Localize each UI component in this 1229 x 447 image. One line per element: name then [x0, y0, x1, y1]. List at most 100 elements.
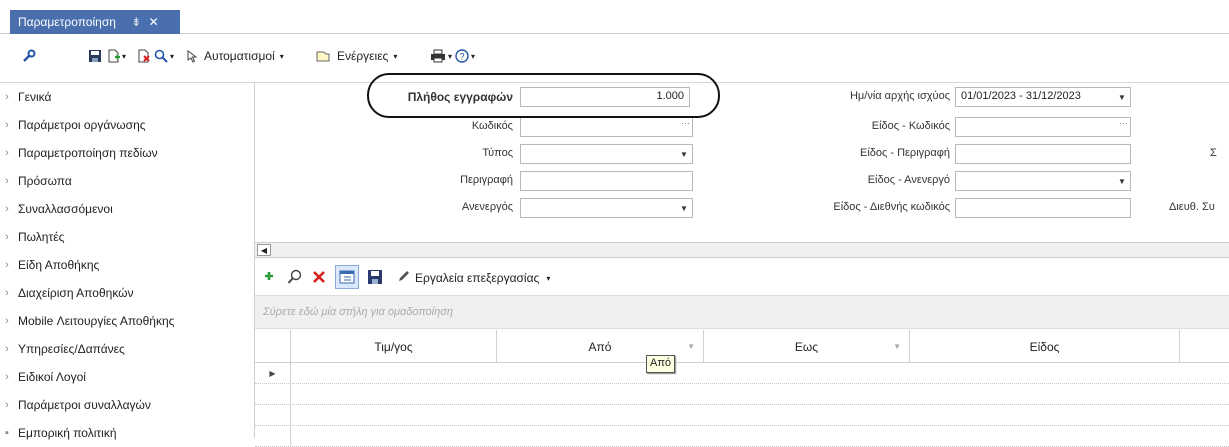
automations-menu[interactable]: Αυτοματισμοί ▾ [204, 49, 284, 63]
partial-label-right-2: Διευθ. Συ [1169, 201, 1215, 213]
pencil-icon[interactable] [397, 269, 411, 283]
validity-value: 01/01/2023 - 31/12/2023 [961, 90, 1081, 102]
chevron-down-icon: ▾ [279, 51, 284, 61]
sidebar-item-special-accounts[interactable]: › Ειδικοί Λογοί [0, 363, 255, 391]
sidebar-item-label: Συναλλασσόμενοι [18, 202, 113, 216]
close-icon[interactable]: ✕ [149, 15, 159, 29]
partial-label-right: Σ [1210, 147, 1217, 159]
filter-dropdown-icon[interactable]: ▼ [687, 342, 695, 351]
print-icon[interactable]: ▾ [430, 49, 452, 63]
row-indicator [255, 405, 291, 425]
sidebar-item-services[interactable]: › Υπηρεσίες/Δαπάνες [0, 335, 255, 363]
sidebar-item-field-config[interactable]: › Παραμετροποίηση πεδίων [0, 139, 255, 167]
save-icon[interactable] [367, 269, 383, 285]
wrench-icon[interactable] [22, 49, 36, 63]
chevron-down-icon[interactable]: ▼ [676, 145, 692, 163]
table-row[interactable] [255, 405, 1229, 426]
tab-parametropoiisi[interactable]: Παραμετροποίηση ⇟ ✕ [10, 10, 180, 34]
description-field[interactable] [520, 171, 693, 191]
grid-settings-icon[interactable] [335, 265, 359, 289]
sidebar-item-general[interactable]: › Γενικά [0, 83, 255, 111]
chevron-right-icon: › [5, 287, 9, 299]
chevron-down-icon: ▾ [546, 273, 551, 283]
expanded-bullet-icon: ▪ [5, 427, 9, 439]
document-tab-bar: Παραμετροποίηση ⇟ ✕ [0, 0, 1229, 34]
sidebar-item-org-params[interactable]: › Παράμετροι οργάνωσης [0, 111, 255, 139]
item-desc-field[interactable] [955, 144, 1131, 164]
horizontal-scrollbar[interactable]: ◀ [255, 242, 1229, 258]
type-label: Τύπος [482, 147, 513, 159]
sidebar-item-salesmen[interactable]: › Πωλητές [0, 223, 255, 251]
search-icon[interactable] [287, 269, 303, 285]
item-desc-label: Είδος - Περιγραφή [859, 147, 950, 159]
chevron-right-icon: › [5, 315, 9, 327]
inactive-select[interactable]: ▼ [520, 198, 693, 218]
description-label: Περιγραφή [460, 174, 513, 186]
search-icon[interactable]: ▾ [154, 49, 174, 63]
sidebar-item-label: Παράμετροι οργάνωσης [18, 118, 146, 132]
sidebar-item-label: Είδη Αποθήκης [18, 258, 100, 272]
sidebar: › Γενικά › Παράμετροι οργάνωσης › Παραμετρο… [0, 83, 255, 440]
sidebar-item-warehouse-items[interactable]: › Είδη Αποθήκης [0, 251, 255, 279]
item-inactive-select[interactable]: ▼ [955, 171, 1131, 191]
actions-menu[interactable]: Ενέργειες ▾ [315, 49, 397, 63]
sidebar-item-label: Διαχείριση Αποθηκών [18, 286, 134, 300]
new-document-icon[interactable]: ▾ [106, 49, 126, 63]
row-indicator-header [255, 330, 291, 363]
pointer-icon[interactable] [184, 49, 198, 63]
sidebar-item-transaction-params[interactable]: › Παράμετροι συναλλαγών [0, 391, 255, 419]
highlight-annotation [367, 73, 720, 118]
validity-select[interactable]: 01/01/2023 - 31/12/2023 ▼ [955, 87, 1131, 107]
row-indicator [255, 384, 291, 404]
group-by-area[interactable]: Σύρετε εδώ μία στήλη για ομαδοποίηση [255, 295, 1229, 329]
sidebar-item-traders[interactable]: › Συναλλασσόμενοι [0, 195, 255, 223]
table-row[interactable]: ▶ [255, 363, 1229, 384]
svg-text:?: ? [459, 52, 464, 62]
column-header-pricelist[interactable]: Τιμ/γος [291, 330, 497, 363]
chevron-right-icon: › [5, 147, 9, 159]
chevron-right-icon: › [5, 259, 9, 271]
tab-title: Παραμετροποίηση [18, 15, 116, 29]
column-header-label: Από [588, 339, 612, 354]
ellipsis-icon[interactable]: ··· [1119, 118, 1128, 128]
actions-icon [316, 51, 330, 62]
group-by-hint: Σύρετε εδώ μία στήλη για ομαδοποίηση [263, 306, 453, 318]
delete-document-icon[interactable] [136, 49, 150, 63]
item-intl-code-field[interactable] [955, 198, 1131, 218]
row-indicator [255, 426, 291, 446]
chevron-right-icon: › [5, 175, 9, 187]
chevron-down-icon[interactable]: ▼ [1114, 88, 1130, 106]
item-code-label: Είδος - Κωδικός [871, 120, 950, 132]
edit-tools-menu[interactable]: Εργαλεία επεξεργασίας ▾ [415, 271, 550, 285]
code-label: Κωδικός [471, 120, 513, 132]
chevron-down-icon[interactable]: ▼ [1114, 172, 1130, 190]
pin-icon[interactable]: ⇟ [131, 15, 141, 29]
delete-icon[interactable] [311, 269, 327, 285]
sidebar-item-mobile-warehouse[interactable]: › Mobile Λειτουργίες Αποθήκης [0, 307, 255, 335]
sidebar-item-warehouse-mgmt[interactable]: › Διαχείριση Αποθηκών [0, 279, 255, 307]
sidebar-item-label: Γενικά [18, 90, 52, 104]
automations-label: Αυτοματισμοί [204, 49, 275, 63]
current-row-icon: ▶ [255, 363, 291, 383]
chevron-right-icon: › [5, 91, 9, 103]
chevron-down-icon[interactable]: ▼ [676, 199, 692, 217]
ellipsis-icon[interactable]: ··· [681, 118, 690, 128]
sidebar-item-persons[interactable]: › Πρόσωπα [0, 167, 255, 195]
add-icon[interactable] [263, 270, 275, 282]
table-row[interactable] [255, 426, 1229, 447]
save-icon[interactable] [88, 49, 102, 63]
column-header-item[interactable]: Είδος [910, 330, 1180, 363]
grid-toolbar: Εργαλεία επεξεργασίας ▾ [255, 259, 1229, 295]
item-code-field[interactable]: ··· [955, 117, 1131, 137]
type-select[interactable]: ▼ [520, 144, 693, 164]
sidebar-item-label: Πωλητές [18, 230, 65, 244]
column-header-to[interactable]: Εως ▼ [704, 330, 910, 363]
code-field[interactable]: ··· [520, 117, 693, 137]
sidebar-item-commercial-policy[interactable]: ▪ Εμπορική πολιτική [0, 419, 255, 447]
chevron-down-icon: ▾ [393, 51, 398, 61]
filter-dropdown-icon[interactable]: ▼ [893, 342, 901, 351]
help-icon[interactable]: ? ▾ [455, 49, 475, 63]
column-header-label: Εως [794, 339, 819, 354]
table-row[interactable] [255, 384, 1229, 405]
scroll-left-icon[interactable]: ◀ [257, 244, 271, 256]
